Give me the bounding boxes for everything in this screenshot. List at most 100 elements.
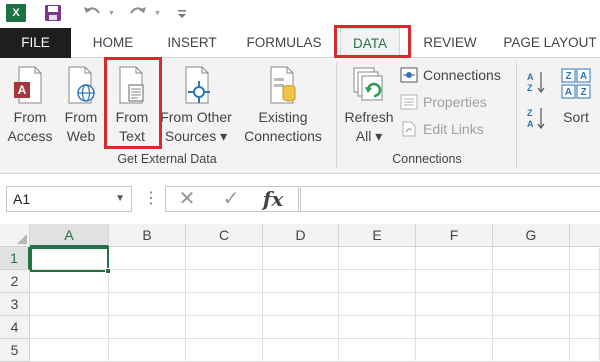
- ribbon-panel: A From Access From Web From Text From Ot…: [0, 58, 600, 174]
- cell-d2[interactable]: [263, 270, 339, 293]
- tab-file[interactable]: FILE: [0, 28, 71, 58]
- name-box-value: A1: [13, 191, 31, 207]
- cell-c4[interactable]: [186, 316, 263, 339]
- refresh-all-button[interactable]: Refresh All ▾: [342, 66, 396, 146]
- sort-button[interactable]: Z A A Z Sort: [554, 66, 598, 127]
- cell-e3[interactable]: [339, 293, 416, 316]
- cell-c2[interactable]: [186, 270, 263, 293]
- tab-page-layout[interactable]: PAGE LAYOUT: [500, 28, 600, 58]
- column-header-a[interactable]: A: [30, 224, 109, 247]
- svg-text:A: A: [527, 72, 534, 82]
- redo-icon[interactable]: [128, 4, 148, 22]
- cell-e1[interactable]: [339, 247, 416, 270]
- cell-e4[interactable]: [339, 316, 416, 339]
- sort-a-to-z-button[interactable]: A Z: [526, 70, 548, 94]
- undo-dropdown-icon[interactable]: ▼: [108, 10, 115, 17]
- column-header-d[interactable]: D: [263, 224, 339, 247]
- cell-g2[interactable]: [493, 270, 570, 293]
- tab-formulas[interactable]: FORMULAS: [244, 28, 324, 58]
- cell-d4[interactable]: [263, 316, 339, 339]
- cell-h1[interactable]: [570, 247, 600, 270]
- cell-e5[interactable]: [339, 339, 416, 362]
- cell-d5[interactable]: [263, 339, 339, 362]
- cell-b4[interactable]: [109, 316, 186, 339]
- connections-button[interactable]: Connections: [400, 63, 510, 87]
- row-header-2[interactable]: 2: [0, 270, 30, 293]
- existing-connections-label-2: Connections: [244, 128, 322, 144]
- active-cell-a1[interactable]: [30, 247, 109, 272]
- select-all-triangle-icon: [17, 234, 27, 244]
- cell-a5[interactable]: [30, 339, 109, 362]
- cell-g3[interactable]: [493, 293, 570, 316]
- column-header-b[interactable]: B: [109, 224, 186, 247]
- formula-bar-resize-handle[interactable]: ⋮: [143, 187, 159, 211]
- row-header-4[interactable]: 4: [0, 316, 30, 339]
- svg-text:A: A: [565, 87, 572, 98]
- cell-b5[interactable]: [109, 339, 186, 362]
- cell-a3[interactable]: [30, 293, 109, 316]
- select-all-button[interactable]: [0, 224, 30, 247]
- row-header-1[interactable]: 1: [0, 247, 30, 270]
- data-tab-highlight: [334, 25, 411, 58]
- column-header-e[interactable]: E: [339, 224, 416, 247]
- cell-b1[interactable]: [109, 247, 186, 270]
- cancel-icon[interactable]: ✕: [172, 187, 202, 211]
- cell-h3[interactable]: [570, 293, 600, 316]
- cell-a2[interactable]: [30, 270, 109, 293]
- enter-check-icon[interactable]: ✓: [216, 187, 246, 211]
- cell-e2[interactable]: [339, 270, 416, 293]
- save-icon[interactable]: [44, 4, 62, 22]
- cell-b3[interactable]: [109, 293, 186, 316]
- name-box[interactable]: A1 ▼: [6, 186, 132, 212]
- cell-d1[interactable]: [263, 247, 339, 270]
- redo-dropdown-icon[interactable]: ▼: [154, 10, 161, 17]
- tab-insert[interactable]: INSERT: [162, 28, 222, 58]
- column-header-h[interactable]: [570, 224, 600, 247]
- chevron-down-icon[interactable]: ▼: [115, 187, 125, 211]
- formula-input[interactable]: [300, 186, 600, 212]
- row-header-5[interactable]: 5: [0, 339, 30, 362]
- other-sources-icon: [185, 66, 210, 104]
- column-header-f[interactable]: F: [416, 224, 493, 247]
- cell-h4[interactable]: [570, 316, 600, 339]
- cell-h5[interactable]: [570, 339, 600, 362]
- from-access-button[interactable]: A From Access: [4, 66, 56, 146]
- svg-text:Z: Z: [565, 71, 571, 82]
- cell-h2[interactable]: [570, 270, 600, 293]
- from-other-sources-button[interactable]: From Other Sources ▾: [158, 66, 234, 146]
- cell-c3[interactable]: [186, 293, 263, 316]
- cell-c5[interactable]: [186, 339, 263, 362]
- insert-function-button[interactable]: fx: [258, 187, 288, 211]
- tab-review[interactable]: REVIEW: [420, 28, 480, 58]
- sort-z-to-a-button[interactable]: Z A: [526, 106, 548, 130]
- cell-f5[interactable]: [416, 339, 493, 362]
- existing-connections-button[interactable]: Existing Connections: [244, 66, 322, 146]
- cell-f3[interactable]: [416, 293, 493, 316]
- cell-f4[interactable]: [416, 316, 493, 339]
- undo-icon[interactable]: [82, 4, 102, 22]
- from-web-label-2: Web: [66, 128, 96, 144]
- cell-c1[interactable]: [186, 247, 263, 270]
- connections-label: Connections: [423, 67, 501, 83]
- sort-dialog-icon: Z A A Z: [561, 68, 591, 99]
- from-web-button[interactable]: From Web: [58, 66, 104, 146]
- cell-f2[interactable]: [416, 270, 493, 293]
- properties-button[interactable]: Properties: [400, 90, 510, 114]
- properties-icon: [400, 94, 418, 110]
- cell-b2[interactable]: [109, 270, 186, 293]
- edit-links-button[interactable]: Edit Links: [400, 117, 510, 141]
- column-header-c[interactable]: C: [186, 224, 263, 247]
- edit-links-label: Edit Links: [423, 121, 484, 137]
- cell-g1[interactable]: [493, 247, 570, 270]
- cell-g5[interactable]: [493, 339, 570, 362]
- excel-icon[interactable]: X: [6, 4, 26, 22]
- customize-qat-icon[interactable]: [176, 4, 188, 22]
- cell-f1[interactable]: [416, 247, 493, 270]
- cell-d3[interactable]: [263, 293, 339, 316]
- row-header-3[interactable]: 3: [0, 293, 30, 316]
- column-header-g[interactable]: G: [493, 224, 570, 247]
- fill-handle[interactable]: [105, 268, 111, 274]
- cell-a4[interactable]: [30, 316, 109, 339]
- cell-g4[interactable]: [493, 316, 570, 339]
- tab-home[interactable]: HOME: [88, 28, 138, 58]
